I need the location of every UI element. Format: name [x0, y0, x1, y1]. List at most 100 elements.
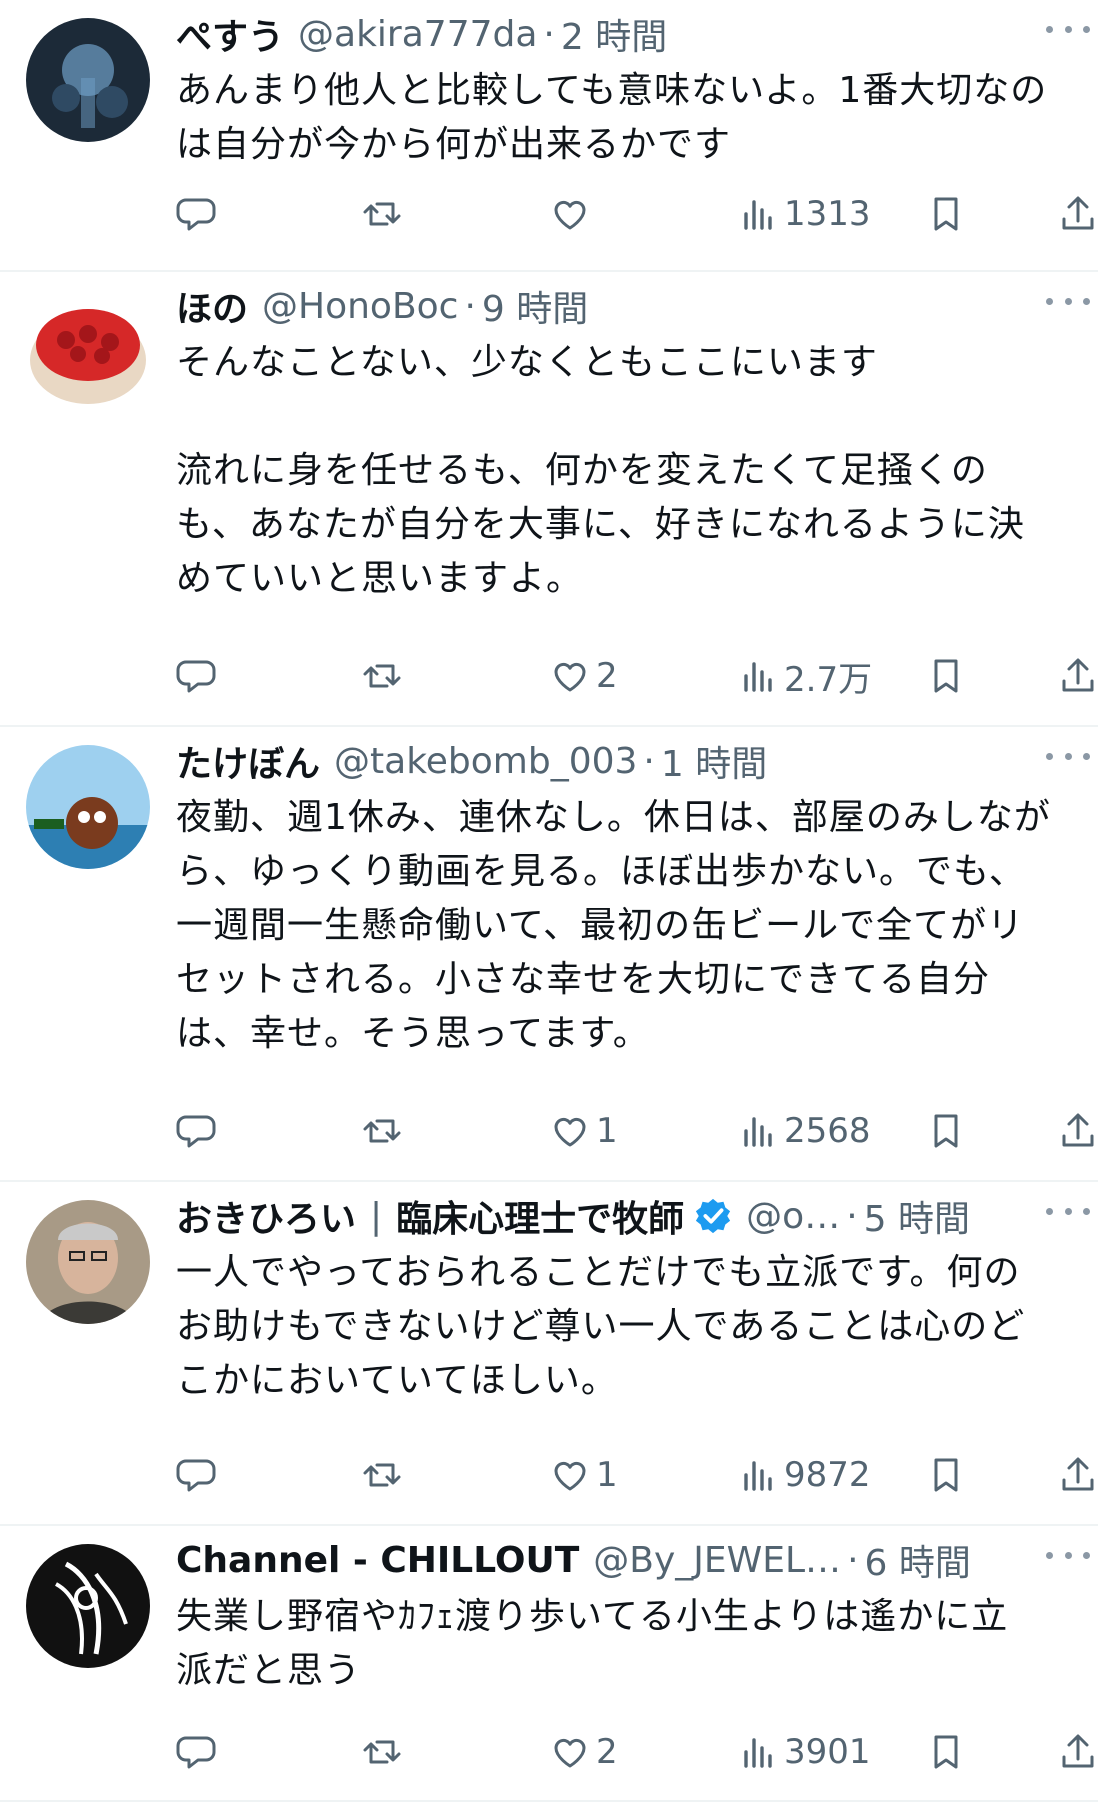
timestamp[interactable]: 5 時間	[864, 1194, 970, 1238]
user-handle[interactable]: @akira777da	[298, 14, 537, 55]
avatar[interactable]	[26, 1200, 150, 1324]
tweet-text: あんまり他人と比較しても意味ないよ。1番大切なの は自分が今から何が出来るかです	[176, 70, 1048, 165]
tweet-actions: 1 2568	[176, 1105, 1098, 1157]
views-count: 1313	[784, 194, 871, 234]
bookmark-icon	[934, 1735, 958, 1769]
share-icon	[1062, 1734, 1094, 1768]
bookmark-button[interactable]	[926, 1105, 966, 1157]
bookmark-icon	[934, 1458, 958, 1492]
views-count: 3901	[784, 1732, 871, 1772]
tweet[interactable]: たけぼん @takebomb_003 · 1 時間 夜勤、週1休み、連休なし。休…	[0, 727, 1098, 1182]
reply-button[interactable]	[176, 1726, 222, 1778]
display-name[interactable]: Channel - CHILLOUT	[176, 1540, 579, 1581]
timestamp[interactable]: 6 時間	[865, 1538, 971, 1582]
like-button[interactable]: 2	[550, 1726, 618, 1778]
timestamp[interactable]: 1 時間	[661, 739, 767, 783]
retweet-button[interactable]	[362, 650, 408, 702]
tweet[interactable]: おきひろい | 臨床心理士で牧師 @o… · 5 時間 一人でやっておられることだ…	[0, 1182, 1098, 1526]
share-button[interactable]	[1058, 650, 1098, 702]
retweet-button[interactable]	[362, 1449, 408, 1501]
avatar[interactable]	[26, 1544, 150, 1668]
views-button[interactable]: 2.7万	[738, 650, 872, 702]
display-name[interactable]: おきひろい	[176, 1194, 356, 1238]
tweet-actions: 1 9872	[176, 1449, 1098, 1501]
share-button[interactable]	[1058, 1105, 1098, 1157]
more-icon[interactable]	[1046, 1540, 1090, 1570]
like-icon	[554, 1461, 586, 1491]
bookmark-button[interactable]	[926, 188, 966, 240]
tweet[interactable]: ほの @HonoBoc · 9 時間 そんなことない、少なくともここにいます 流…	[0, 272, 1098, 727]
like-icon	[554, 1117, 586, 1147]
timestamp[interactable]: 9 時間	[482, 284, 588, 328]
display-name[interactable]: たけぼん	[176, 739, 320, 783]
user-handle[interactable]: @By_JEWEL…	[593, 1540, 841, 1581]
tweet[interactable]: Channel - CHILLOUT @By_JEWEL… · 6 時間 失業し…	[0, 1526, 1098, 1802]
tweet-actions: 1313	[176, 188, 1098, 240]
tweet[interactable]: ぺすう @akira777da · 2 時間 あんまり他人と比較しても意味ないよ…	[0, 0, 1098, 272]
user-handle[interactable]: @o…	[746, 1196, 840, 1237]
views-button[interactable]: 2568	[738, 1105, 871, 1157]
share-button[interactable]	[1058, 1726, 1098, 1778]
avatar[interactable]	[26, 18, 150, 142]
views-button[interactable]: 3901	[738, 1726, 871, 1778]
tweet-actions: 2 2.7万	[176, 650, 1098, 702]
display-name[interactable]: ほの	[176, 284, 248, 328]
reply-button[interactable]	[176, 650, 222, 702]
more-icon[interactable]	[1046, 741, 1090, 771]
tweet-text: 一人でやっておられることだけでも立派です。何の お助けもできないけど尊い一人であ…	[176, 1252, 1026, 1401]
retweet-icon	[363, 1119, 401, 1143]
like-count: 2	[596, 656, 618, 696]
avatar[interactable]	[26, 745, 150, 869]
views-icon	[744, 1738, 772, 1768]
user-handle[interactable]: @HonoBoc	[262, 286, 458, 327]
retweet-button[interactable]	[362, 1105, 408, 1157]
bookmark-button[interactable]	[926, 650, 966, 702]
avatar[interactable]	[26, 290, 150, 414]
like-button[interactable]: 1	[550, 1105, 618, 1157]
tweet-header: たけぼん @takebomb_003 · 1 時間	[176, 739, 1098, 784]
retweet-button[interactable]	[362, 188, 408, 240]
dot-separator: ·	[543, 13, 555, 55]
views-icon	[744, 662, 772, 692]
more-icon[interactable]	[1046, 1196, 1090, 1226]
display-name[interactable]: ぺすう	[176, 12, 284, 56]
retweet-icon	[363, 202, 401, 226]
dot-separator: ·	[847, 1539, 859, 1581]
like-count: 1	[596, 1455, 618, 1495]
views-count: 2.7万	[784, 659, 873, 700]
views-button[interactable]: 9872	[738, 1449, 871, 1501]
share-icon	[1062, 658, 1094, 692]
tweet-header: ぺすう @akira777da · 2 時間	[176, 12, 1098, 57]
retweet-icon	[363, 1463, 401, 1487]
bookmark-button[interactable]	[926, 1726, 966, 1778]
tweet-text: 失業し野宿やｶﾌｪ渡り歩いてる小生よりは遙かに立 派だと思う	[176, 1596, 1009, 1691]
bookmark-icon	[934, 659, 958, 693]
like-button[interactable]: 1	[550, 1449, 618, 1501]
share-button[interactable]	[1058, 1449, 1098, 1501]
reply-button[interactable]	[176, 1449, 222, 1501]
display-name-title: 臨床心理士で牧師	[396, 1199, 685, 1238]
tweet-body: ぺすう @akira777da · 2 時間 あんまり他人と比較しても意味ないよ…	[176, 0, 1098, 272]
tweet-body: Channel - CHILLOUT @By_JEWEL… · 6 時間 失業し…	[176, 1526, 1098, 1802]
reply-button[interactable]	[176, 1105, 222, 1157]
bookmark-icon	[934, 1114, 958, 1148]
like-icon	[554, 1738, 586, 1768]
share-icon	[1062, 196, 1094, 230]
user-handle[interactable]: @takebomb_003	[334, 741, 637, 782]
share-button[interactable]	[1058, 188, 1098, 240]
timestamp[interactable]: 2 時間	[561, 12, 667, 56]
reply-button[interactable]	[176, 188, 222, 240]
views-count: 2568	[784, 1111, 871, 1151]
more-icon[interactable]	[1046, 286, 1090, 316]
tweet-header: おきひろい | 臨床心理士で牧師 @o… · 5 時間	[176, 1194, 1098, 1239]
reply-icon	[176, 198, 216, 231]
bookmark-button[interactable]	[926, 1449, 966, 1501]
reply-icon	[176, 1459, 216, 1492]
views-button[interactable]: 1313	[738, 188, 871, 240]
like-button[interactable]	[550, 188, 596, 240]
views-icon	[744, 1461, 772, 1491]
dot-separator: ·	[643, 740, 655, 782]
more-icon[interactable]	[1046, 14, 1090, 44]
like-button[interactable]: 2	[550, 650, 618, 702]
retweet-button[interactable]	[362, 1726, 408, 1778]
